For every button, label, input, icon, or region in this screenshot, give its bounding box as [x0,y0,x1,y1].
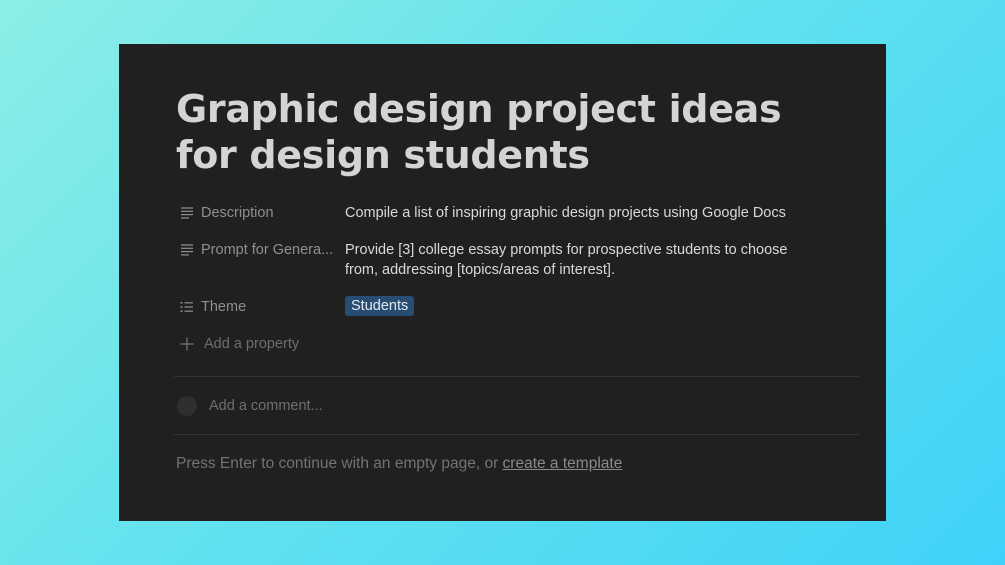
comment-input[interactable]: Add a comment... [209,398,323,414]
create-template-link[interactable]: create a template [503,455,623,472]
property-name-prompt[interactable]: Prompt for Genera... [179,238,339,262]
theme-tag[interactable]: Students [345,296,415,316]
property-label: Theme [201,299,247,315]
property-label: Prompt for Genera... [201,242,334,258]
property-label: Description [201,205,274,221]
divider [174,376,859,377]
add-property-button[interactable]: Add a property [179,334,299,354]
property-value-theme[interactable]: Students [345,296,815,316]
property-name-theme[interactable]: Theme [179,295,339,319]
add-property-label: Add a property [204,336,300,352]
text-lines-icon [179,242,195,258]
list-icon [179,299,195,315]
avatar [177,396,197,416]
empty-page-hint: Press Enter to continue with an empty pa… [176,455,622,473]
page-panel: Graphic design project ideas for design … [119,44,886,521]
property-value-description[interactable]: Compile a list of inspiring graphic desi… [345,203,815,223]
plus-icon [179,336,195,352]
property-value-prompt[interactable]: Provide [3] college essay prompts for pr… [345,240,815,280]
comment-row: Add a comment... [177,395,323,417]
property-row-prompt: Prompt for Genera... Provide [3] college… [179,238,869,278]
page-title[interactable]: Graphic design project ideas for design … [176,86,816,178]
property-row-description: Description Compile a list of inspiring … [179,201,869,241]
text-lines-icon [179,205,195,221]
property-name-description[interactable]: Description [179,201,339,225]
property-row-theme: Theme Students [179,295,869,335]
divider [174,434,859,435]
hint-text: Press Enter to continue with an empty pa… [176,455,503,472]
